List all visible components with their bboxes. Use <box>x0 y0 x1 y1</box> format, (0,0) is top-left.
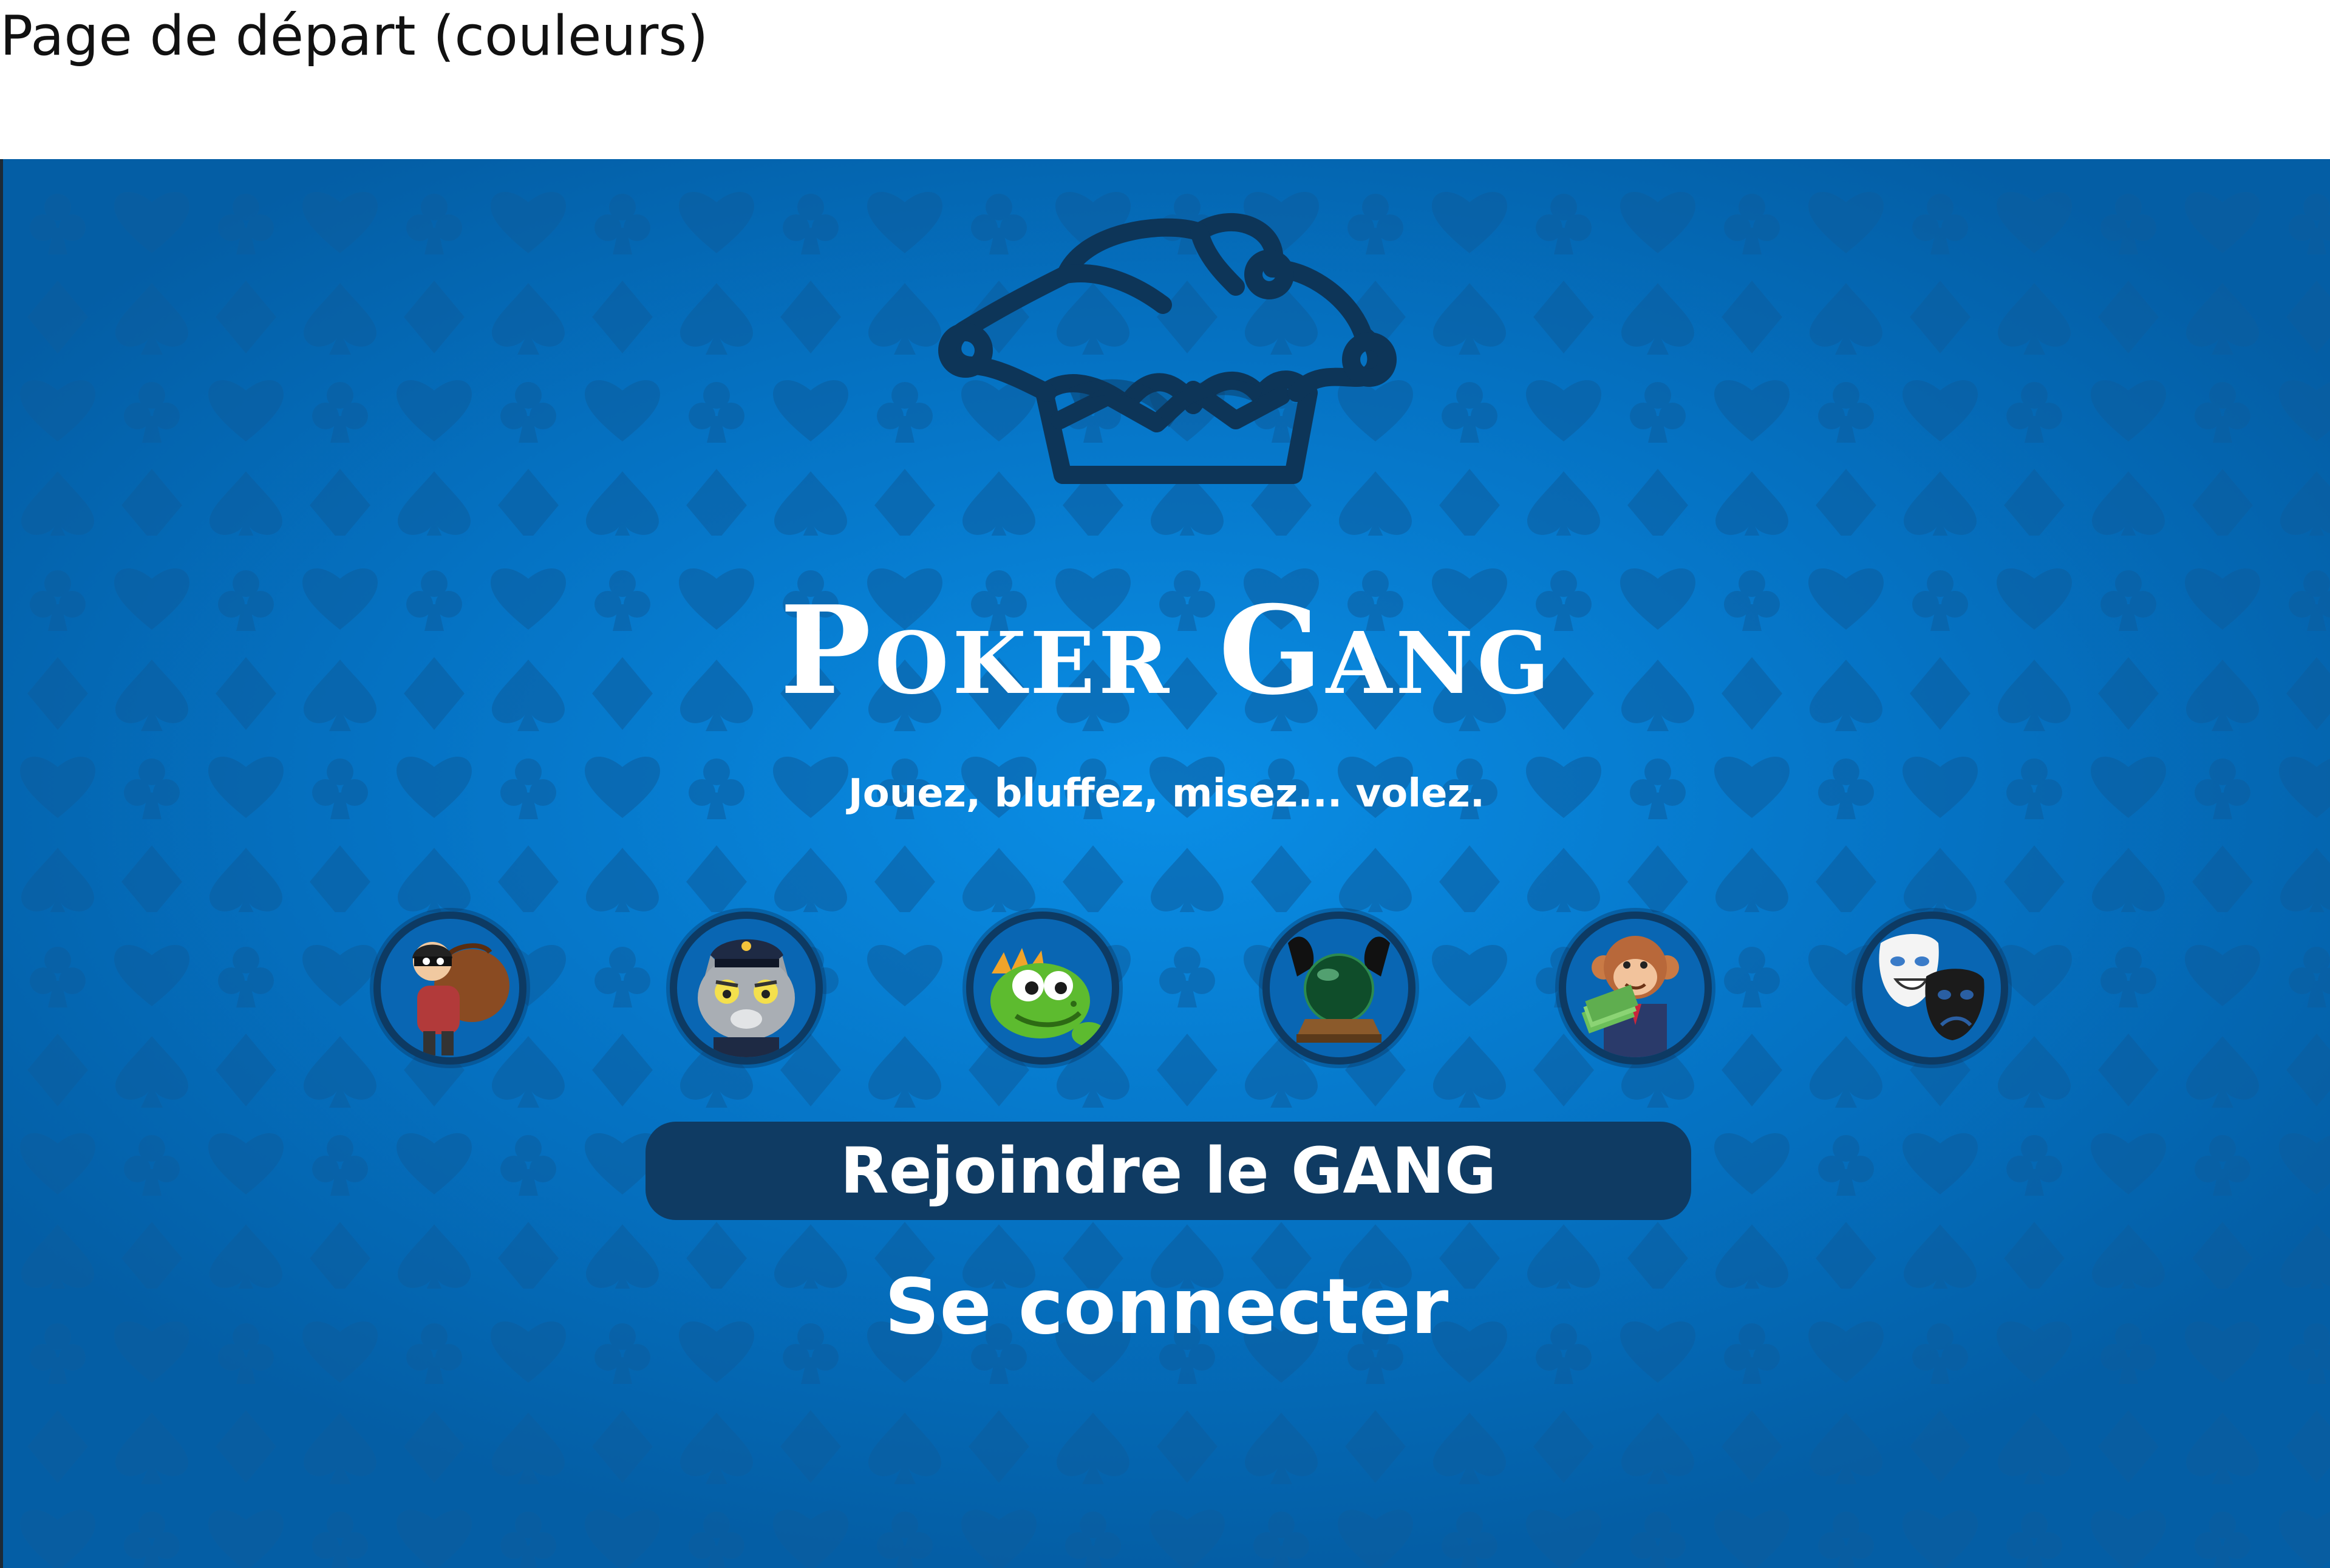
app-tagline: Jouez, bluffez, misez... volez. <box>848 771 1485 816</box>
thief-with-sack-avatar[interactable] <box>373 912 526 1065</box>
app-title: Poker Gang <box>780 579 1553 722</box>
join-gang-button[interactable]: Rejoindre le GANG <box>646 1122 1691 1220</box>
green-dinosaur-avatar[interactable] <box>966 912 1119 1065</box>
start-screen: Poker Gang Jouez, bluffez, misez... vole… <box>0 159 2330 1568</box>
page-caption: Page de départ (couleurs) <box>0 4 709 68</box>
police-cat-avatar[interactable] <box>670 912 823 1065</box>
theater-masks-avatar[interactable] <box>1855 912 2008 1065</box>
monkey-with-money-avatar[interactable] <box>1559 912 1712 1065</box>
login-button[interactable]: Se connecter <box>3 1246 2330 1368</box>
jester-hat-icon <box>938 213 1397 484</box>
crystal-ball-avatar[interactable] <box>1262 912 1415 1065</box>
